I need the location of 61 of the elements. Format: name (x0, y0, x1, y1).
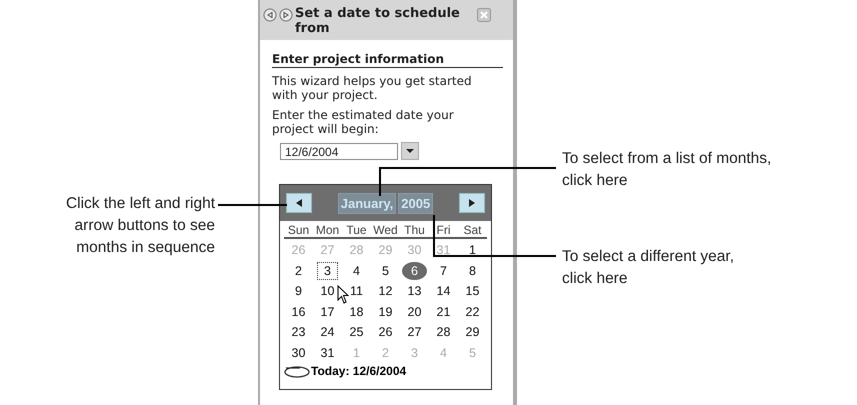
calendar-day[interactable]: 1 (458, 241, 487, 260)
caret-icon (406, 149, 414, 153)
calendar-day[interactable]: 22 (458, 302, 487, 321)
calendar-day[interactable]: 4 (342, 262, 371, 280)
calendar-day[interactable]: 3 (317, 262, 338, 280)
leader-line (218, 204, 287, 206)
prompt-text: Enter the estimated date your project will begin: (272, 108, 455, 136)
calendar-day[interactable]: 27 (400, 323, 429, 342)
weekday-label: Thu (403, 223, 426, 237)
pane-title: Set a date to schedule from (295, 6, 461, 36)
weekday-label: Mon (314, 223, 340, 237)
calendar-day[interactable]: 23 (284, 323, 313, 342)
calendar-day[interactable]: 20 (400, 302, 429, 321)
weekday-label: Tue (345, 223, 368, 237)
callout-text: arrow buttons to see (74, 216, 215, 236)
calendar-day[interactable]: 2 (284, 262, 313, 280)
today-oval-icon (284, 364, 310, 378)
forward-icon[interactable] (279, 8, 293, 22)
calendar-day[interactable]: 5 (371, 262, 400, 280)
left-arrow-icon (296, 199, 302, 207)
right-arrow-icon (469, 199, 475, 207)
intro-text: This wizard helps you get started with your project. (272, 74, 473, 102)
weekday-label: Sun (286, 223, 310, 237)
calendar-day[interactable]: 26 (371, 323, 400, 342)
calendar-day[interactable]: 7 (429, 262, 458, 280)
calendar-day[interactable]: 29 (458, 323, 487, 342)
callout-text: Click the left and right (66, 194, 215, 214)
calendar-day[interactable]: 15 (458, 282, 487, 300)
next-month-button[interactable] (459, 193, 485, 213)
calendar-day[interactable]: 8 (458, 262, 487, 280)
callout-text: To select a different year, (562, 247, 734, 267)
calendar-day[interactable]: 17 (313, 302, 342, 321)
calendar-day[interactable]: 18 (342, 302, 371, 321)
calendar-day[interactable]: 31 (313, 344, 342, 362)
callout-text: To select from a list of months, (562, 149, 772, 169)
mouse-pointer-icon (337, 285, 349, 305)
calendar-day[interactable]: 13 (400, 282, 429, 300)
calendar-day[interactable]: 30 (284, 344, 313, 362)
calendar-day[interactable]: 25 (342, 323, 371, 342)
back-icon[interactable] (263, 8, 277, 22)
calendar-day[interactable]: 28 (429, 323, 458, 342)
calendar-day[interactable]: 16 (284, 302, 313, 321)
calendar-day[interactable]: 9 (284, 282, 313, 300)
section-heading: Enter project information (272, 52, 503, 68)
callout-text: months in sequence (76, 238, 215, 258)
calendar-day[interactable]: 24 (313, 323, 342, 342)
weekday-label: Sat (462, 223, 482, 237)
weekday-label: Wed (372, 223, 399, 237)
calendar-day[interactable]: 6 (402, 262, 427, 280)
close-icon[interactable] (477, 8, 491, 22)
date-field[interactable]: 12/6/2004 (280, 142, 398, 160)
calendar-day[interactable]: 19 (371, 302, 400, 321)
calendar-day[interactable]: 21 (429, 302, 458, 321)
dropdown-button[interactable] (401, 142, 419, 160)
calendar-day[interactable]: 12 (371, 282, 400, 300)
callout-text: click here (562, 171, 628, 191)
today-link[interactable]: Today: 12/6/2004 (311, 364, 406, 378)
calendar-day[interactable]: 14 (429, 282, 458, 300)
weekday-label: Fri (436, 223, 452, 237)
callout-text: click here (562, 269, 628, 289)
previous-month-button[interactable] (286, 193, 312, 213)
